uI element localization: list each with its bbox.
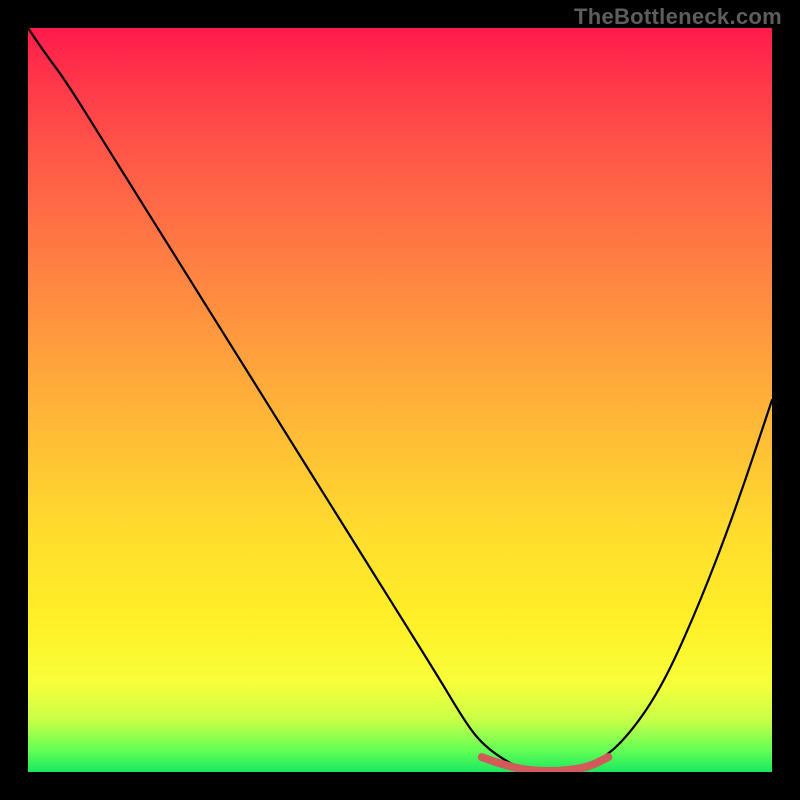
- chart-frame: TheBottleneck.com: [0, 0, 800, 800]
- plot-area: [28, 28, 772, 772]
- bottleneck-curve-path: [28, 28, 772, 772]
- chart-svg: [28, 28, 772, 772]
- optimal-segment-path: [482, 757, 609, 771]
- watermark-text: TheBottleneck.com: [574, 4, 782, 30]
